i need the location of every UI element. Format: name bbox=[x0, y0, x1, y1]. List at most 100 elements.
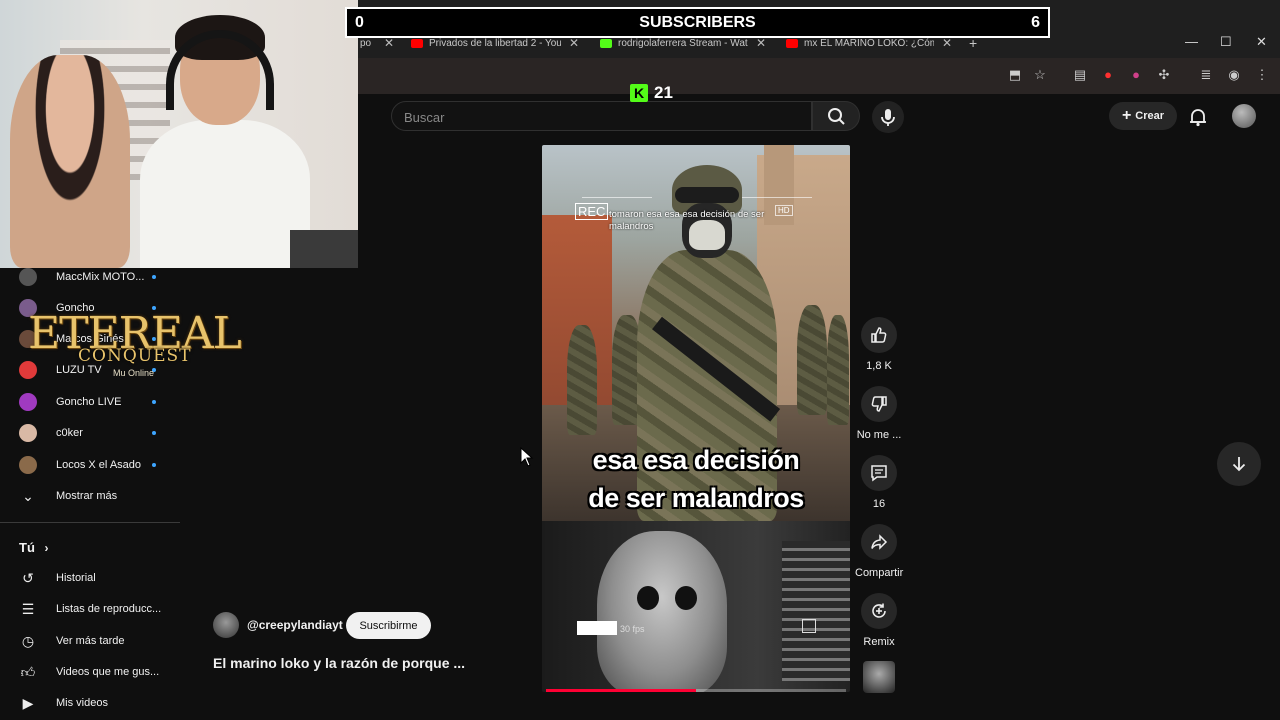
maximize-icon[interactable]: ☐ bbox=[1220, 34, 1232, 50]
puzzle-icon[interactable]: ✣ bbox=[1157, 68, 1171, 82]
create-button[interactable]: + Crear bbox=[1109, 102, 1177, 130]
my-videos-icon: ▶ bbox=[22, 695, 34, 711]
close-icon[interactable]: ✕ bbox=[569, 36, 579, 50]
subscriber-goal-start: 0 bbox=[355, 14, 364, 31]
bell-icon bbox=[1190, 109, 1206, 127]
video-bg-soldier bbox=[567, 325, 597, 435]
camera-frame-line bbox=[582, 197, 652, 198]
share-button[interactable]: Compartir bbox=[855, 524, 903, 579]
close-icon[interactable]: ✕ bbox=[942, 36, 952, 50]
channel-avatar[interactable] bbox=[213, 612, 239, 638]
menu-kebab-icon[interactable]: ⋮ bbox=[1255, 68, 1269, 82]
close-window-icon[interactable]: ✕ bbox=[1256, 34, 1267, 50]
mic-icon bbox=[881, 109, 895, 126]
notifications-button[interactable] bbox=[1187, 106, 1209, 133]
live-dot bbox=[152, 275, 156, 279]
ethereal-conquest-logo: ETEREAL CONQUEST Mu Online bbox=[28, 310, 248, 382]
search-icon bbox=[828, 108, 845, 125]
like-count: 1,8 K bbox=[866, 360, 892, 372]
subscribe-button[interactable]: Suscribirme bbox=[346, 612, 431, 639]
video-big-caption-line1: esa esa decisión bbox=[592, 445, 800, 475]
video-small-caption: tomaron esa esa esa decisión de ser mala… bbox=[609, 209, 765, 232]
screen: po ✕ Privados de la libertad 2 - YouTube… bbox=[0, 0, 1280, 720]
show-more-button[interactable]: ⌄ Mostrar más bbox=[19, 486, 117, 506]
sidebar-item-playlists[interactable]: ☰ Listas de reproducc... bbox=[19, 599, 161, 619]
kick-count-value: 21 bbox=[654, 83, 673, 102]
sidebar-item-label: Videos que me gus... bbox=[56, 666, 160, 678]
sidebar-item-label: Listas de reproducc... bbox=[56, 603, 162, 615]
next-video-button[interactable] bbox=[1217, 442, 1261, 486]
logo-tag-text: Mu Online bbox=[113, 368, 155, 378]
fps-indicator: 30 fps bbox=[620, 624, 645, 634]
kick-icon bbox=[600, 38, 612, 48]
live-dot bbox=[152, 431, 156, 435]
comments-button[interactable]: 16 bbox=[855, 455, 903, 510]
subscription-name: Goncho LIVE bbox=[56, 396, 122, 408]
sidebar-item-my-videos[interactable]: ▶ Mis videos bbox=[19, 693, 108, 713]
video-bg-soldier bbox=[797, 305, 827, 415]
extension-icon[interactable]: ▤ bbox=[1073, 68, 1087, 82]
minimize-icon[interactable]: — bbox=[1185, 34, 1198, 49]
comment-icon bbox=[861, 455, 897, 491]
you-label: Tú bbox=[19, 540, 35, 555]
video-mask-figure bbox=[597, 531, 727, 692]
remix-button[interactable]: Remix bbox=[855, 593, 903, 648]
close-icon[interactable]: ✕ bbox=[384, 36, 394, 50]
short-video-player[interactable]: REC HD tomaron esa esa esa decisión de s… bbox=[542, 145, 850, 692]
tab-label: rodrigolaferrera Stream - Watch bbox=[618, 37, 748, 49]
live-dot bbox=[152, 463, 156, 467]
video-title[interactable]: El marino loko y la razón de porque ... bbox=[213, 655, 465, 671]
sound-thumbnail[interactable] bbox=[863, 661, 895, 693]
webcam-overlay bbox=[0, 0, 358, 268]
close-icon[interactable]: ✕ bbox=[756, 36, 766, 50]
create-label: Crear bbox=[1135, 110, 1165, 122]
video-big-caption-line2: de ser malandros bbox=[588, 483, 804, 513]
extension-pink-icon[interactable]: ● bbox=[1129, 68, 1143, 82]
sidebar-item-watch-later[interactable]: ◷ Ver más tarde bbox=[19, 631, 125, 651]
video-bg-soldier bbox=[827, 315, 849, 425]
video-big-caption: esa esa decisión de ser malandros bbox=[542, 441, 850, 517]
tab-label: Privados de la libertad 2 - YouTube bbox=[429, 37, 561, 49]
video-scene-mask: 30 fps bbox=[542, 521, 850, 692]
plus-icon: + bbox=[1121, 107, 1132, 124]
like-button[interactable]: 1,8 K bbox=[855, 317, 903, 372]
avatar bbox=[19, 456, 37, 474]
dislike-label: No me ... bbox=[856, 429, 902, 441]
sidebar-subscription[interactable]: Locos X el Asado bbox=[19, 455, 156, 475]
sidebar-item-label: Ver más tarde bbox=[56, 635, 125, 647]
sidebar-subscription[interactable]: Goncho LIVE bbox=[19, 392, 156, 412]
sidebar-subscription[interactable]: MaccMix MOTO... bbox=[19, 267, 156, 287]
account-avatar[interactable] bbox=[1232, 104, 1256, 128]
rec-indicator: REC bbox=[575, 203, 609, 220]
thumbs-down-icon bbox=[861, 386, 897, 422]
media-icon[interactable]: ≣ bbox=[1199, 68, 1213, 82]
webcam-person-left bbox=[10, 55, 130, 268]
sidebar-item-liked-videos[interactable]: 👍︎ Videos que me gus... bbox=[19, 662, 159, 682]
webcam-device bbox=[290, 230, 358, 268]
avatar bbox=[19, 424, 37, 442]
search-placeholder: Buscar bbox=[404, 110, 445, 125]
voice-search-button[interactable] bbox=[872, 101, 904, 133]
show-more-label: Mostrar más bbox=[56, 490, 118, 502]
share-label: Compartir bbox=[855, 567, 904, 579]
subscriber-goal-title: SUBSCRIBERS bbox=[639, 14, 756, 31]
mask-eye bbox=[675, 586, 697, 610]
avatar bbox=[19, 268, 37, 286]
search-input[interactable]: Buscar bbox=[391, 101, 812, 131]
soldier-goggles bbox=[675, 187, 739, 203]
extension-red-icon[interactable]: ● bbox=[1101, 68, 1115, 82]
webcam-shirt bbox=[140, 120, 310, 268]
video-progress-fill bbox=[546, 689, 696, 692]
search-button[interactable] bbox=[812, 101, 860, 131]
sidebar-subscription[interactable]: c0ker bbox=[19, 423, 156, 443]
profile-icon[interactable]: ◉ bbox=[1227, 68, 1241, 82]
subscriber-goal-bar: SUBSCRIBERS 0 6 bbox=[345, 7, 1050, 38]
dislike-button[interactable]: No me ... bbox=[855, 386, 903, 441]
sidebar-item-history[interactable]: ↺ Historial bbox=[19, 568, 96, 588]
bookmark-star-icon[interactable]: ☆ bbox=[1033, 68, 1047, 82]
channel-name[interactable]: @creepylandiayt bbox=[247, 618, 343, 632]
you-section-link[interactable]: Tú › bbox=[19, 540, 49, 555]
install-icon[interactable]: ⬒ bbox=[1008, 68, 1022, 82]
video-window-blinds bbox=[782, 541, 850, 681]
thumbs-up-icon bbox=[861, 317, 897, 353]
